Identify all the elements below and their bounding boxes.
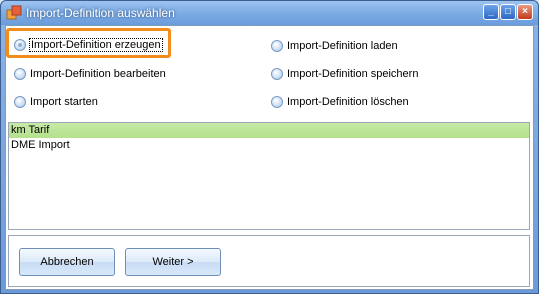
next-button[interactable]: Weiter > bbox=[125, 248, 221, 276]
radio-import-starten[interactable]: Import starten bbox=[14, 94, 98, 110]
radio-label: Import starten bbox=[30, 96, 98, 108]
maximize-button[interactable]: □ bbox=[500, 4, 516, 20]
radio-dot[interactable] bbox=[271, 96, 283, 108]
close-button[interactable]: × bbox=[517, 4, 533, 20]
title-bar[interactable]: Import-Definition auswählen _ □ × bbox=[1, 1, 538, 25]
dialog-content: Import-Definition erzeugen Import-Defini… bbox=[5, 25, 534, 290]
radio-import-definition-speichern[interactable]: Import-Definition speichern bbox=[271, 66, 418, 82]
radio-import-definition-erzeugen[interactable]: Import-Definition erzeugen bbox=[14, 37, 163, 53]
radio-label: Import-Definition speichern bbox=[287, 68, 419, 80]
radio-label: Import-Definition löschen bbox=[287, 96, 409, 108]
import-definition-list[interactable]: km Tarif DME Import bbox=[8, 122, 530, 230]
radio-dot[interactable] bbox=[14, 39, 26, 51]
radio-dot[interactable] bbox=[14, 96, 26, 108]
radio-import-definition-laden[interactable]: Import-Definition laden bbox=[271, 38, 398, 54]
button-panel: Abbrechen Weiter > bbox=[8, 235, 530, 287]
radio-import-definition-loeschen[interactable]: Import-Definition löschen bbox=[271, 94, 409, 110]
dialog-window: Import-Definition auswählen _ □ × Import… bbox=[0, 0, 539, 294]
radio-dot[interactable] bbox=[271, 40, 283, 52]
radio-dot[interactable] bbox=[14, 68, 26, 80]
minimize-button[interactable]: _ bbox=[483, 4, 499, 20]
window-title: Import-Definition auswählen bbox=[26, 6, 175, 20]
radio-label: Import-Definition laden bbox=[287, 40, 398, 52]
list-item[interactable]: DME Import bbox=[9, 138, 529, 153]
radio-label: Import-Definition bearbeiten bbox=[30, 68, 166, 80]
app-icon bbox=[6, 5, 22, 20]
cancel-button[interactable]: Abbrechen bbox=[19, 248, 115, 276]
radio-dot[interactable] bbox=[271, 68, 283, 80]
list-item[interactable]: km Tarif bbox=[9, 123, 529, 138]
radio-import-definition-bearbeiten[interactable]: Import-Definition bearbeiten bbox=[14, 66, 166, 82]
radio-label: Import-Definition erzeugen bbox=[29, 38, 163, 52]
